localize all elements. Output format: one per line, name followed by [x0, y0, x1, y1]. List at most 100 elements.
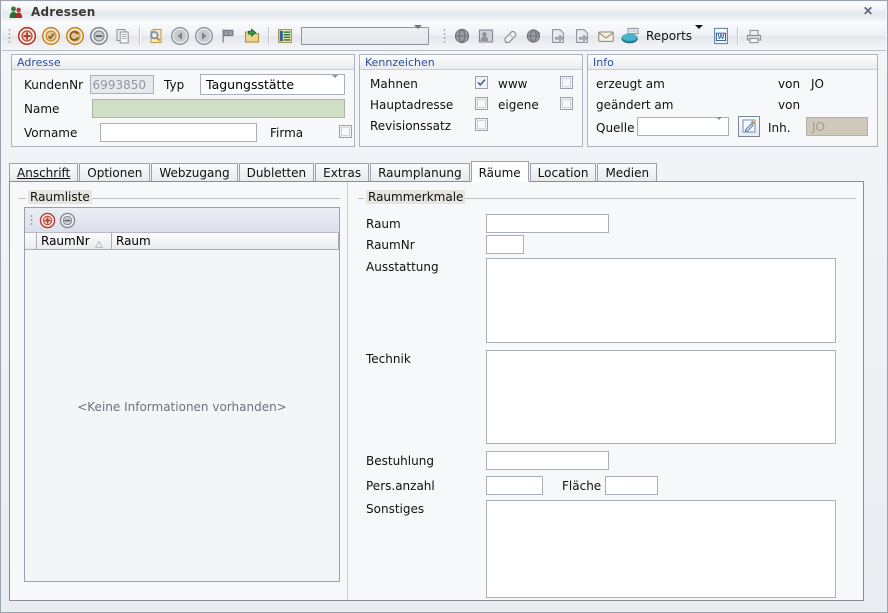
reports-dropdown-icon[interactable]: [695, 24, 704, 43]
name-field[interactable]: [92, 99, 345, 118]
group-line-left: [18, 198, 26, 199]
copy-icon[interactable]: [112, 25, 134, 47]
globe-pin-icon[interactable]: [523, 25, 545, 47]
flaeche-field[interactable]: [605, 476, 658, 495]
word-export-icon[interactable]: W: [710, 25, 732, 47]
tab-raumplanung[interactable]: Raumplanung: [370, 163, 470, 182]
sonstiges-textarea[interactable]: [486, 500, 836, 598]
persanzahl-field[interactable]: [486, 476, 543, 495]
bestuhlung-field[interactable]: [486, 451, 609, 470]
ausstattung-textarea[interactable]: [486, 258, 836, 343]
mahnen-checkbox[interactable]: [475, 76, 488, 89]
revisionssatz-label: Revisionssatz: [370, 119, 452, 133]
adressen-window: Adressen ✕ Reports W Adresse KundenNr 69…: [0, 0, 888, 613]
quelle-edit-button[interactable]: [738, 116, 760, 137]
raumnr-field[interactable]: [486, 235, 524, 254]
mail-icon[interactable]: [595, 25, 617, 47]
back-arrow-icon[interactable]: [169, 25, 191, 47]
revisionssatz-checkbox[interactable]: [475, 118, 488, 131]
persanzahl-label: Pers.anzahl: [366, 479, 435, 493]
add-room-icon[interactable]: [37, 210, 57, 230]
erzeugt-am-label: erzeugt am: [596, 77, 665, 91]
vorname-label: Vorname: [24, 126, 78, 140]
tab-anschrift[interactable]: Anschrift: [9, 163, 79, 182]
tab-dubletten[interactable]: Dubletten: [238, 163, 315, 182]
tab-anschrift-label: Anschrift: [17, 166, 71, 180]
chevron-down-icon: [716, 116, 722, 134]
column-header-raum[interactable]: Raum: [112, 233, 339, 249]
export-folder-icon[interactable]: [241, 25, 263, 47]
ausstattung-label: Ausstattung: [366, 260, 439, 274]
close-icon[interactable]: ✕: [854, 3, 882, 19]
info-panel-title: Info: [588, 55, 877, 70]
delete-record-icon[interactable]: [88, 25, 110, 47]
hauptadresse-checkbox[interactable]: [475, 97, 488, 110]
next-page-2-icon[interactable]: [571, 25, 593, 47]
checkbox-inner: [341, 127, 350, 136]
contact-photo-icon[interactable]: [475, 25, 497, 47]
people-icon: [8, 5, 24, 19]
save-record-icon[interactable]: [40, 25, 62, 47]
list-toolbar-grip[interactable]: [30, 213, 33, 227]
kundennr-label: KundenNr: [24, 78, 83, 92]
geaendert-von-label: von: [778, 98, 801, 112]
vorname-field[interactable]: [100, 123, 257, 142]
raummerkmale-caption: Raummerkmale: [366, 190, 466, 204]
kennzeichen-panel: Kennzeichen Mahnen www Hauptadresse eige…: [359, 54, 583, 147]
tab-medien[interactable]: Medien: [597, 163, 658, 182]
globe-icon[interactable]: [451, 25, 473, 47]
raumnr-value: [487, 236, 523, 238]
www-checkbox[interactable]: [560, 76, 573, 89]
geaendert-am-label: geändert am: [596, 98, 674, 112]
ausstattung-value: [487, 259, 835, 261]
forward-arrow-icon[interactable]: [193, 25, 215, 47]
raummerkmale-group: Raummerkmale Raum RaumNr Ausstattung Tec…: [358, 190, 856, 598]
reports-label[interactable]: Reports: [646, 29, 692, 43]
next-page-icon[interactable]: [547, 25, 569, 47]
quelle-combo[interactable]: [637, 116, 729, 136]
name-value: [93, 100, 344, 102]
toolbar-grip-2[interactable]: [443, 28, 446, 43]
raumliste-grid-header: RaumNr Raum: [25, 233, 339, 250]
print-icon[interactable]: [743, 25, 765, 47]
chevron-down-icon: [414, 24, 422, 43]
tab-location[interactable]: Location: [529, 163, 597, 182]
toolbar-separator-2: [268, 26, 269, 45]
tab-extras[interactable]: Extras: [315, 163, 370, 182]
remove-room-icon[interactable]: [57, 210, 77, 230]
raum-field[interactable]: [486, 214, 609, 233]
technik-textarea[interactable]: [486, 350, 836, 444]
eraser-icon[interactable]: [499, 25, 521, 47]
toolbar-filter-combo[interactable]: [301, 24, 429, 45]
typ-combo[interactable]: Tagungsstätte: [200, 74, 345, 95]
raumliste-body[interactable]: <Keine Informationen vorhanden>: [25, 250, 339, 565]
toolbar-grip[interactable]: [8, 28, 11, 43]
list-view-icon[interactable]: [274, 25, 296, 47]
erzeugt-von-label: von: [778, 77, 801, 91]
sonstiges-label: Sonstiges: [366, 502, 425, 516]
group-line-right: [86, 198, 340, 199]
window-title: Adressen: [31, 4, 96, 19]
eigene-checkbox[interactable]: [560, 97, 573, 110]
firma-checkbox[interactable]: [339, 125, 352, 138]
chevron-down-icon: [332, 74, 338, 92]
tab-raeume[interactable]: Räume: [470, 161, 529, 182]
panel-splitter[interactable]: [347, 182, 348, 600]
new-record-icon[interactable]: [16, 25, 38, 47]
tab-webzugang[interactable]: Webzugang: [151, 163, 238, 182]
adresse-panel-body: KundenNr 6993850 Typ Tagungsstätte Name …: [12, 70, 354, 146]
kennzeichen-panel-title: Kennzeichen: [360, 55, 582, 70]
eigene-label: eigene: [498, 98, 539, 112]
group-line-right-2: [453, 198, 856, 199]
search-icon[interactable]: [145, 25, 167, 47]
tab-optionen[interactable]: Optionen: [79, 163, 151, 182]
printer-reports-icon[interactable]: [619, 25, 643, 47]
raumliste-listbox: RaumNr Raum <Keine Informationen vorhand…: [24, 207, 340, 582]
refresh-record-icon[interactable]: [64, 25, 86, 47]
group-line-left-2: [358, 198, 364, 199]
raumliste-toolbar: [25, 208, 339, 233]
bestuhlung-value: [487, 452, 608, 454]
flag-icon[interactable]: [217, 25, 239, 47]
column-header-raumnr[interactable]: RaumNr: [37, 233, 112, 249]
www-label: www: [498, 77, 528, 91]
